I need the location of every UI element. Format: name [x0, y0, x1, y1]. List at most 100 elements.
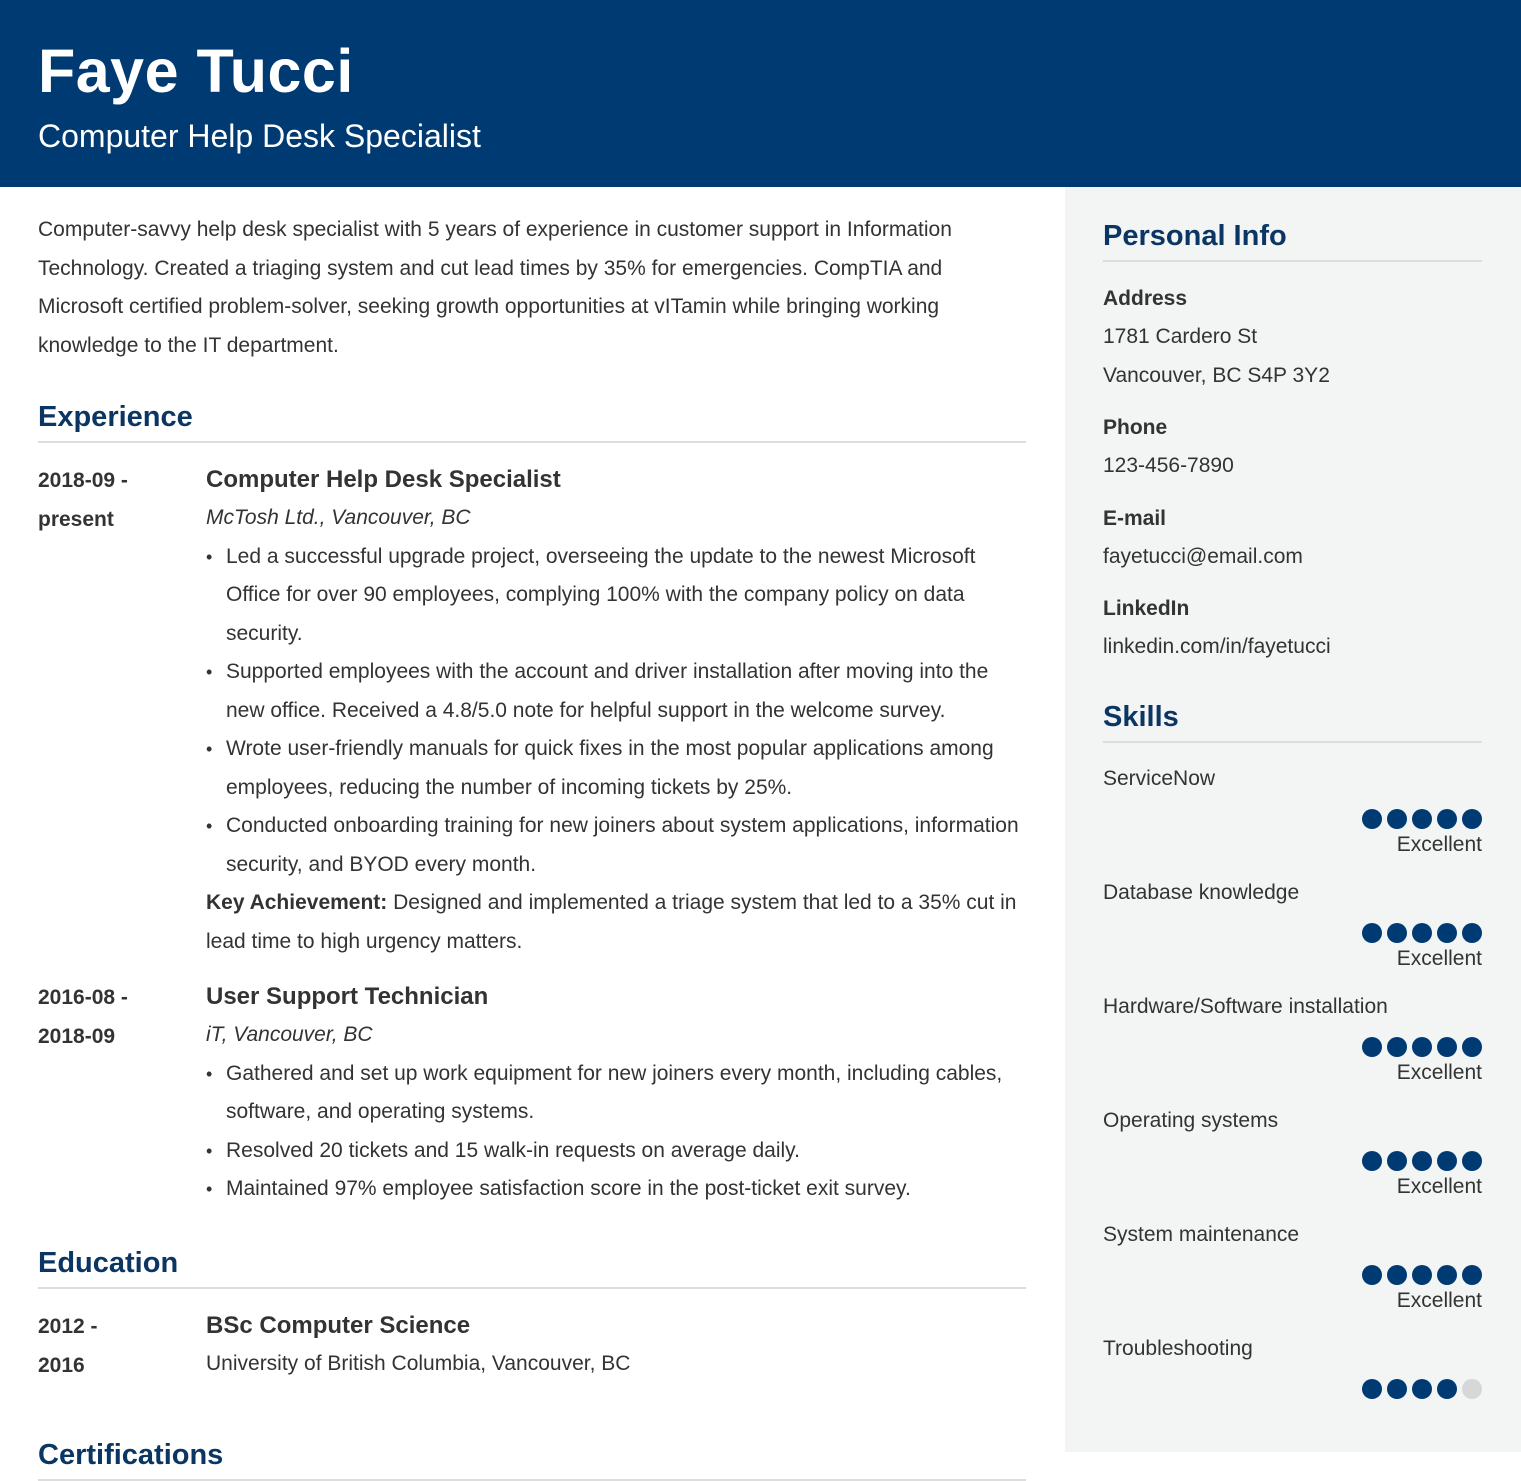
rating-dot-filled-icon	[1387, 1378, 1407, 1399]
rating-dot-filled-icon	[1362, 808, 1382, 829]
skill-name: Database knowledge	[1103, 880, 1300, 904]
rating-dot-filled-icon	[1387, 808, 1407, 829]
education-entry: 2012 - 2016 BSc Computer Science Univers…	[38, 1307, 1026, 1385]
rating-dot-filled-icon	[1412, 1150, 1432, 1171]
rating-dot-filled-icon	[1437, 1264, 1457, 1285]
school: University of British Columbia, Vancouve…	[206, 1351, 631, 1375]
rating-dot-filled-icon	[1362, 922, 1382, 943]
candidate-title: Computer Help Desk Specialist	[38, 118, 481, 154]
list-item: Resolved 20 tickets and 15 walk-in reque…	[206, 1132, 1026, 1171]
personal-info-heading: Personal Info	[1103, 218, 1482, 262]
resume-header: Faye Tucci Computer Help Desk Specialist	[0, 0, 1521, 187]
list-item: Led a successful upgrade project, overse…	[206, 538, 1026, 654]
list-item: Supported employees with the account and…	[206, 653, 1026, 730]
list-item: Wrote user-friendly manuals for quick fi…	[206, 730, 1026, 807]
skill-name: Hardware/Software installation	[1103, 994, 1388, 1018]
rating-dot-filled-icon	[1437, 1150, 1457, 1171]
date-end: 2018-09	[38, 1025, 116, 1048]
skill-rating	[1103, 1264, 1482, 1285]
rating-dot-filled-icon	[1462, 1036, 1482, 1057]
experience-heading: Experience	[38, 399, 1026, 443]
address-label: Address	[1103, 287, 1188, 310]
skill-rating	[1103, 1378, 1482, 1399]
skill-level-label: Excellent	[1396, 946, 1482, 970]
employer: iT, Vancouver, BC	[206, 1023, 373, 1046]
rating-dot-filled-icon	[1362, 1150, 1382, 1171]
rating-dot-filled-icon	[1437, 1036, 1457, 1057]
rating-dot-empty-icon	[1462, 1378, 1482, 1399]
date-end: 2016	[38, 1353, 85, 1377]
date-start: 2016-08 -	[38, 986, 128, 1009]
skills-heading: Skills	[1103, 699, 1482, 743]
skill-rating	[1103, 922, 1482, 943]
key-achievement-label: Key Achievement:	[206, 891, 388, 914]
profile-summary: Computer-savvy help desk specialist with…	[38, 218, 952, 357]
list-item: Gathered and set up work equipment for n…	[206, 1055, 1026, 1132]
job-role: User Support Technician	[206, 983, 489, 1010]
skill-rating	[1103, 808, 1482, 829]
rating-dot-filled-icon	[1387, 922, 1407, 943]
rating-dot-filled-icon	[1362, 1378, 1382, 1399]
skill-rating	[1103, 1150, 1482, 1171]
skill-item: Troubleshooting	[1103, 1331, 1482, 1399]
rating-dot-filled-icon	[1362, 1264, 1382, 1285]
skill-item: System maintenance Excellent	[1103, 1217, 1482, 1317]
entry-body: BSc Computer Science University of Briti…	[206, 1307, 1026, 1385]
rating-dot-filled-icon	[1437, 1378, 1457, 1399]
education-heading: Education	[38, 1245, 1026, 1289]
rating-dot-filled-icon	[1412, 808, 1432, 829]
entry-body: User Support Technician iT, Vancouver, B…	[206, 978, 1026, 1209]
key-achievement: Key Achievement: Designed and implemente…	[206, 884, 1026, 961]
date-start: 2012 -	[38, 1314, 98, 1338]
entry-body: Computer Help Desk Specialist McTosh Ltd…	[206, 461, 1026, 961]
rating-dot-filled-icon	[1437, 808, 1457, 829]
rating-dot-filled-icon	[1462, 1264, 1482, 1285]
rating-dot-filled-icon	[1412, 1378, 1432, 1399]
skill-item: Database knowledge Excellent	[1103, 875, 1482, 975]
phone-value: 123-456-7890	[1103, 454, 1234, 477]
rating-dot-filled-icon	[1412, 1264, 1432, 1285]
main-column: Computer-savvy help desk specialist with…	[38, 187, 1026, 1481]
date-start: 2018-09 -	[38, 469, 128, 492]
experience-entry: 2018-09 - present Computer Help Desk Spe…	[38, 461, 1026, 961]
list-item: Maintained 97% employee satisfaction sco…	[206, 1170, 1026, 1209]
sidebar: Personal Info Address 1781 Cardero St Va…	[1065, 187, 1521, 1452]
skill-rating	[1103, 1036, 1482, 1057]
address-line-2: Vancouver, BC S4P 3Y2	[1103, 363, 1330, 387]
rating-dot-filled-icon	[1462, 922, 1482, 943]
skill-item: ServiceNow Excellent	[1103, 761, 1482, 861]
sidebar-content: Personal Info Address 1781 Cardero St Va…	[1103, 187, 1482, 1399]
linkedin-value[interactable]: linkedin.com/in/fayetucci	[1103, 628, 1482, 667]
entry-date: 2016-08 - 2018-09	[38, 978, 206, 1209]
skill-level-label: Excellent	[1396, 832, 1482, 856]
skill-level-label: Excellent	[1396, 1174, 1482, 1198]
rating-dot-filled-icon	[1462, 1150, 1482, 1171]
address-line-1: 1781 Cardero St	[1103, 325, 1258, 348]
skill-name: ServiceNow	[1103, 766, 1216, 790]
date-end: present	[38, 508, 114, 531]
skill-name: Troubleshooting	[1103, 1336, 1253, 1360]
entry-date: 2012 - 2016	[38, 1307, 206, 1385]
list-item: Conducted onboarding training for new jo…	[206, 807, 1026, 884]
rating-dot-filled-icon	[1387, 1036, 1407, 1057]
email-value[interactable]: fayetucci@email.com	[1103, 538, 1482, 577]
rating-dot-filled-icon	[1387, 1150, 1407, 1171]
rating-dot-filled-icon	[1462, 808, 1482, 829]
entry-date: 2018-09 - present	[38, 461, 206, 961]
skill-level-label: Excellent	[1396, 1288, 1482, 1312]
skill-item: Hardware/Software installation Excellent	[1103, 989, 1482, 1089]
skill-name: System maintenance	[1103, 1222, 1300, 1246]
candidate-name: Faye Tucci	[38, 37, 354, 105]
skill-level-label: Excellent	[1396, 1060, 1482, 1084]
responsibilities-list: Led a successful upgrade project, overse…	[206, 538, 1026, 885]
certifications-heading: Certifications	[38, 1437, 1026, 1481]
rating-dot-filled-icon	[1387, 1264, 1407, 1285]
employer: McTosh Ltd., Vancouver, BC	[206, 506, 471, 529]
responsibilities-list: Gathered and set up work equipment for n…	[206, 1055, 1026, 1209]
email-label: E-mail	[1103, 506, 1167, 530]
degree: BSc Computer Science	[206, 1311, 471, 1339]
rating-dot-filled-icon	[1362, 1036, 1382, 1057]
experience-entry: 2016-08 - 2018-09 User Support Technicia…	[38, 978, 1026, 1209]
rating-dot-filled-icon	[1412, 922, 1432, 943]
skills-list: ServiceNow Excellent Database knowledge Exc…	[1103, 761, 1482, 1399]
